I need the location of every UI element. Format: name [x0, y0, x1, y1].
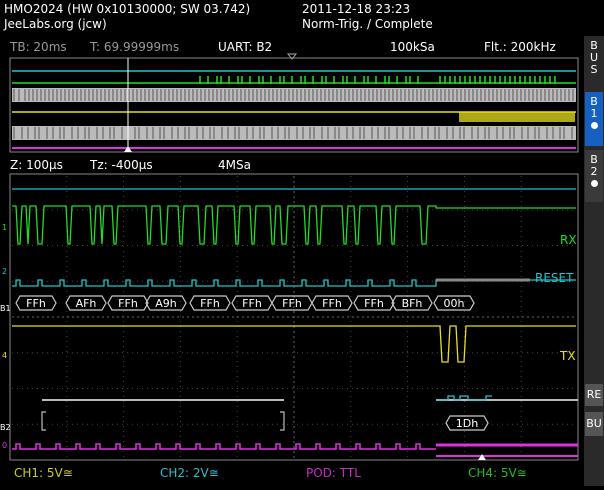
- bus1-frame-label: A9h: [155, 297, 177, 310]
- scope-display: FFh AFh FFh A9h FFh FFh FFh FFh FFh BFh 00h 1Dh 1 …: [0, 53, 579, 461]
- bus1-frame-label: FFh: [322, 297, 342, 310]
- b2-row-marker: B2: [0, 423, 11, 432]
- pod-marker[interactable]: 0: [2, 441, 7, 450]
- bus2-frame-label: 1Dh: [456, 417, 478, 430]
- reset-label: RESET: [535, 271, 574, 285]
- bus1-frame-label: FFh: [242, 297, 262, 310]
- zoom-window[interactable]: FFh AFh FFh A9h FFh FFh FFh FFh FFh BFh 00h 1Dh: [9, 173, 579, 461]
- bus-menu-label: BUS: [589, 39, 599, 76]
- ch2-marker[interactable]: 2: [2, 267, 7, 276]
- overview-window[interactable]: [9, 57, 579, 153]
- bus1-frame-label: FFh: [26, 297, 46, 310]
- bus1-frame-label: FFh: [282, 297, 302, 310]
- b2-indicator-dot: [590, 180, 598, 187]
- bus1-frame-label: FFh: [118, 297, 138, 310]
- tx-label: TX: [559, 349, 576, 363]
- bus1-frame-label: 00h: [444, 297, 465, 310]
- b1-row-marker: B1: [0, 304, 11, 313]
- rx-label: RX: [560, 233, 577, 247]
- bus1-frame-label: AFh: [76, 297, 97, 310]
- ch1-marker[interactable]: 1: [2, 223, 7, 232]
- ch1-setting[interactable]: CH1: 5V≅: [14, 466, 73, 480]
- bus-b2-button[interactable]: B2: [585, 150, 603, 202]
- ch2-setting[interactable]: CH2: 2V≅: [160, 466, 219, 480]
- reset-softkey[interactable]: RE: [585, 384, 603, 406]
- b1-indicator-dot: [590, 122, 598, 129]
- bus1-frame-label: FFh: [364, 297, 384, 310]
- pod-setting[interactable]: POD: TTL: [306, 466, 361, 480]
- bus1-decode-row: FFh AFh FFh A9h FFh FFh FFh FFh FFh BFh 00h: [15, 295, 475, 311]
- bus1-frame-label: BFh: [402, 297, 423, 310]
- bus-softkey[interactable]: BU: [585, 412, 603, 436]
- bus-b1-button[interactable]: B1: [585, 92, 603, 146]
- ch4-marker[interactable]: 4: [2, 351, 7, 360]
- ch4-setting[interactable]: CH4: 5V≅: [468, 466, 527, 480]
- bus1-frame-label: FFh: [200, 297, 220, 310]
